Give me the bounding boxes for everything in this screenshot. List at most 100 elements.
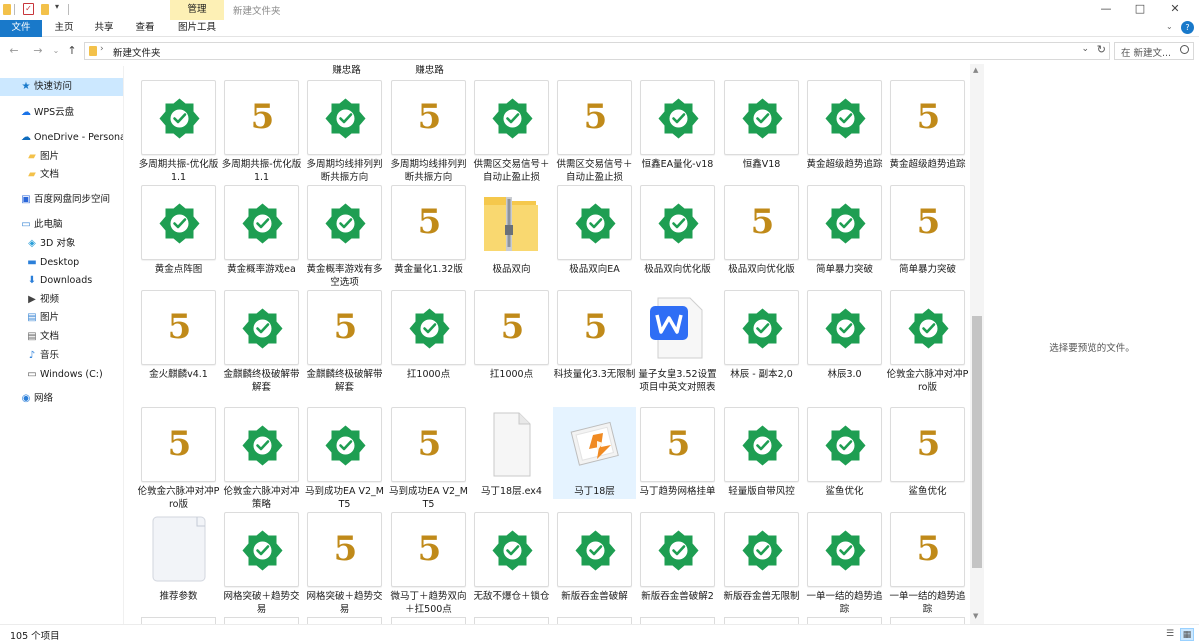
file-thumbnail[interactable] [640,80,715,155]
file-thumbnail-partial[interactable] [307,617,382,624]
nav-item[interactable]: ▰ 文档 [0,166,123,184]
file-item[interactable]: 5 马到成功EA V2_MT5 [387,407,470,510]
file-thumbnail[interactable] [307,407,382,482]
tab-share[interactable]: 共享 [84,20,124,37]
nav-item[interactable]: ▶ 视频 [0,291,123,309]
file-item[interactable]: 5 黄金量化1.32版 [387,185,470,285]
up-icon[interactable]: ↑ [64,43,80,59]
file-thumbnail[interactable] [640,185,715,260]
file-thumbnail[interactable]: 5 [391,512,466,587]
file-thumbnail[interactable]: 5 [307,290,382,365]
nav-item[interactable]: ▬ Desktop [0,254,123,272]
file-item[interactable]: 5 供需区交易信号＋自动止盈止损 [553,80,636,183]
file-thumbnail[interactable] [724,80,799,155]
file-item[interactable]: 5 微马丁＋趋势双向＋扛500点 [387,512,470,615]
scroll-up-icon[interactable]: ▲ [973,66,978,74]
nav-item[interactable]: ☁ OneDrive - Persona [0,129,123,147]
tab-home[interactable]: 主页 [44,20,84,37]
file-thumbnail-partial[interactable] [141,617,216,624]
file-thumbnail[interactable] [640,290,715,365]
file-item[interactable]: 新版吞金兽破解2 [636,512,719,612]
file-thumbnail[interactable] [141,80,216,155]
back-icon[interactable]: ← [6,43,22,59]
file-thumbnail[interactable] [724,407,799,482]
file-item[interactable]: 黄金超级趋势追踪 [803,80,886,180]
file-item[interactable]: 多周期共振-优化版1.1 [137,80,220,183]
file-item[interactable]: 新版吞金兽无限制 [720,512,803,612]
file-item[interactable]: 鲨鱼优化 [803,407,886,507]
file-item[interactable]: 伦敦金六脉冲对冲Pro版 [886,290,969,393]
file-thumbnail[interactable] [890,290,965,365]
file-item[interactable]: 5 一单一结的趋势追踪 [886,512,969,615]
file-item[interactable]: 5 多周期共振-优化版1.1 [220,80,303,183]
file-thumbnail[interactable] [640,512,715,587]
file-item[interactable]: 林辰3.0 [803,290,886,390]
file-item[interactable]: 5 网格突破＋趋势交易 [303,512,386,615]
file-item[interactable]: 恒鑫V18 [720,80,803,180]
file-thumbnail[interactable]: 5 [141,290,216,365]
file-thumbnail[interactable]: 5 [391,407,466,482]
file-thumbnail[interactable] [807,80,882,155]
file-item[interactable]: 5 伦敦金六脉冲对冲Pro版 [137,407,220,510]
nav-item[interactable]: ☁ WPS云盘 [0,104,123,122]
file-item[interactable]: 扛1000点 [387,290,470,390]
file-item[interactable]: 金麒麟终极破解带解套 [220,290,303,393]
file-thumbnail[interactable]: 5 [224,80,299,155]
file-item[interactable]: 林辰 - 副本2,0 [720,290,803,390]
file-thumbnail[interactable] [807,290,882,365]
file-item[interactable]: 多周期均线排列判断共振方向 [303,80,386,183]
tab-view[interactable]: 查看 [124,20,166,37]
new-folder-icon[interactable] [41,4,49,15]
file-thumbnail-partial[interactable] [640,617,715,624]
file-thumbnail[interactable] [807,512,882,587]
file-item[interactable]: 轻量版自带风控 [720,407,803,507]
file-item[interactable]: 5 扛1000点 [470,290,553,390]
nav-item[interactable]: ◉ 网络 [0,390,123,408]
file-thumbnail[interactable] [557,185,632,260]
nav-item[interactable]: ▤ 图片 [0,309,123,327]
nav-item[interactable]: ▰ 图片 [0,148,123,166]
file-thumbnail[interactable] [224,407,299,482]
file-item[interactable]: 伦敦金六脉冲对冲策略 [220,407,303,510]
file-thumbnail[interactable] [307,185,382,260]
tab-manage[interactable]: 管理 [170,0,224,20]
file-item[interactable]: 5 马丁趋势网格挂单 [636,407,719,507]
file-thumbnail[interactable]: 5 [391,80,466,155]
details-view-icon[interactable]: ☰ [1163,628,1177,641]
file-thumbnail[interactable] [224,290,299,365]
file-item[interactable]: 黄金概率游戏有多空选项 [303,185,386,288]
file-thumbnail[interactable] [307,80,382,155]
file-thumbnail[interactable] [557,407,632,482]
nav-item[interactable]: ▣ 百度网盘同步空间 [0,191,123,209]
file-item[interactable]: 黄金点阵图 [137,185,220,285]
nav-item[interactable]: ▭ Windows (C:) [0,366,123,384]
file-item[interactable]: 5 极品双向优化版 [720,185,803,285]
quick-access-dropdown-icon[interactable]: ▾ [55,2,59,11]
file-thumbnail[interactable]: 5 [890,512,965,587]
file-item[interactable]: 极品双向EA [553,185,636,285]
nav-item[interactable]: ▭ 此电脑 [0,216,123,234]
file-item[interactable]: 极品双向 [470,185,553,285]
file-item[interactable]: 5 金火麒麟v4.1 [137,290,220,390]
tab-picture-tools[interactable]: 图片工具 [170,20,224,37]
help-icon[interactable]: ? [1181,21,1194,34]
file-thumbnail[interactable] [474,185,549,260]
file-thumbnail[interactable] [474,407,549,482]
file-thumbnail[interactable] [141,512,216,587]
file-item[interactable]: 恒鑫EA量化-v18 [636,80,719,180]
maximize-button[interactable]: □ [1120,0,1160,20]
file-thumbnail[interactable]: 5 [391,185,466,260]
file-thumbnail[interactable] [807,185,882,260]
scrollbar-thumb[interactable] [972,316,982,568]
breadcrumb-current[interactable]: 新建文件夹 [113,45,161,59]
file-item[interactable]: 简单暴力突破 [803,185,886,285]
scroll-down-icon[interactable]: ▼ [973,612,978,620]
file-item[interactable]: 马到成功EA V2_MT5 [303,407,386,510]
file-thumbnail[interactable] [224,512,299,587]
file-thumbnail-partial[interactable] [391,617,466,624]
search-input[interactable]: 在 新建文... [1121,45,1171,59]
file-thumbnail-partial[interactable] [807,617,882,624]
file-thumbnail[interactable]: 5 [640,407,715,482]
file-item[interactable]: 新版吞金兽破解 [553,512,636,612]
file-thumbnail[interactable] [474,512,549,587]
